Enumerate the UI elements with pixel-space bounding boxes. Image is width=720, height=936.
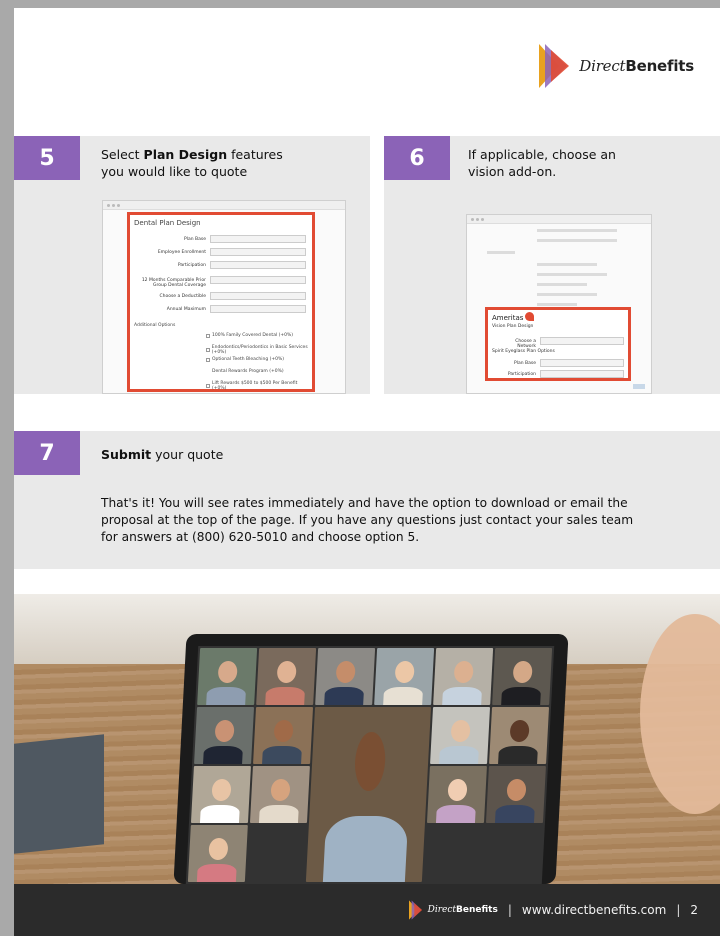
book: [14, 734, 104, 854]
step-number: 6: [384, 136, 450, 180]
footer-url[interactable]: www.directbenefits.com: [522, 903, 666, 917]
step-title: Submit your quote: [101, 447, 224, 462]
screenshot-heading: Dental Plan Design: [134, 219, 201, 227]
next-button[interactable]: [633, 384, 645, 389]
step-5-panel: 5 Select Plan Design features you would …: [14, 136, 370, 394]
footer-logo: DirectBenefits: [408, 900, 498, 920]
page-footer: DirectBenefits | www.directbenefits.com …: [14, 884, 720, 936]
step-title: Select Plan Design features you would li…: [101, 147, 283, 179]
step-number: 5: [14, 136, 80, 180]
footer-separator: |: [676, 903, 681, 917]
ameritas-mark-icon: [525, 312, 535, 321]
direct-benefits-logo-icon: [539, 44, 570, 88]
document-page: DirectBenefits 5 Select Plan Design feat…: [14, 8, 720, 936]
video-call-photo: [14, 594, 720, 884]
step-number: 7: [14, 431, 80, 475]
step-title: If applicable, choose an vision add-on.: [468, 147, 616, 179]
step-body: That's it! You will see rates immediatel…: [101, 496, 634, 544]
brand-name: DirectBenefits: [579, 57, 694, 75]
plan-design-screenshot: Dental Plan Design Plan Base Employee En…: [102, 200, 346, 394]
step-7-panel: 7 Submit your quote That's it! You will …: [14, 431, 720, 569]
vision-addon-screenshot: Ameritas Vision Plan Design Choose a Net…: [466, 214, 652, 394]
footer-separator: |: [507, 903, 512, 917]
direct-benefits-logo-icon: [408, 900, 422, 920]
ameritas-logo: Ameritas: [492, 312, 535, 322]
highlight-box: Ameritas Vision Plan Design Choose a Net…: [485, 307, 631, 381]
step-6-panel: 6 If applicable, choose an vision add-on…: [384, 136, 720, 394]
highlight-box: Dental Plan Design Plan Base Employee En…: [127, 212, 315, 392]
brand-logo: DirectBenefits: [539, 44, 694, 88]
video-grid: [185, 646, 555, 884]
page-number: 2: [690, 903, 698, 917]
